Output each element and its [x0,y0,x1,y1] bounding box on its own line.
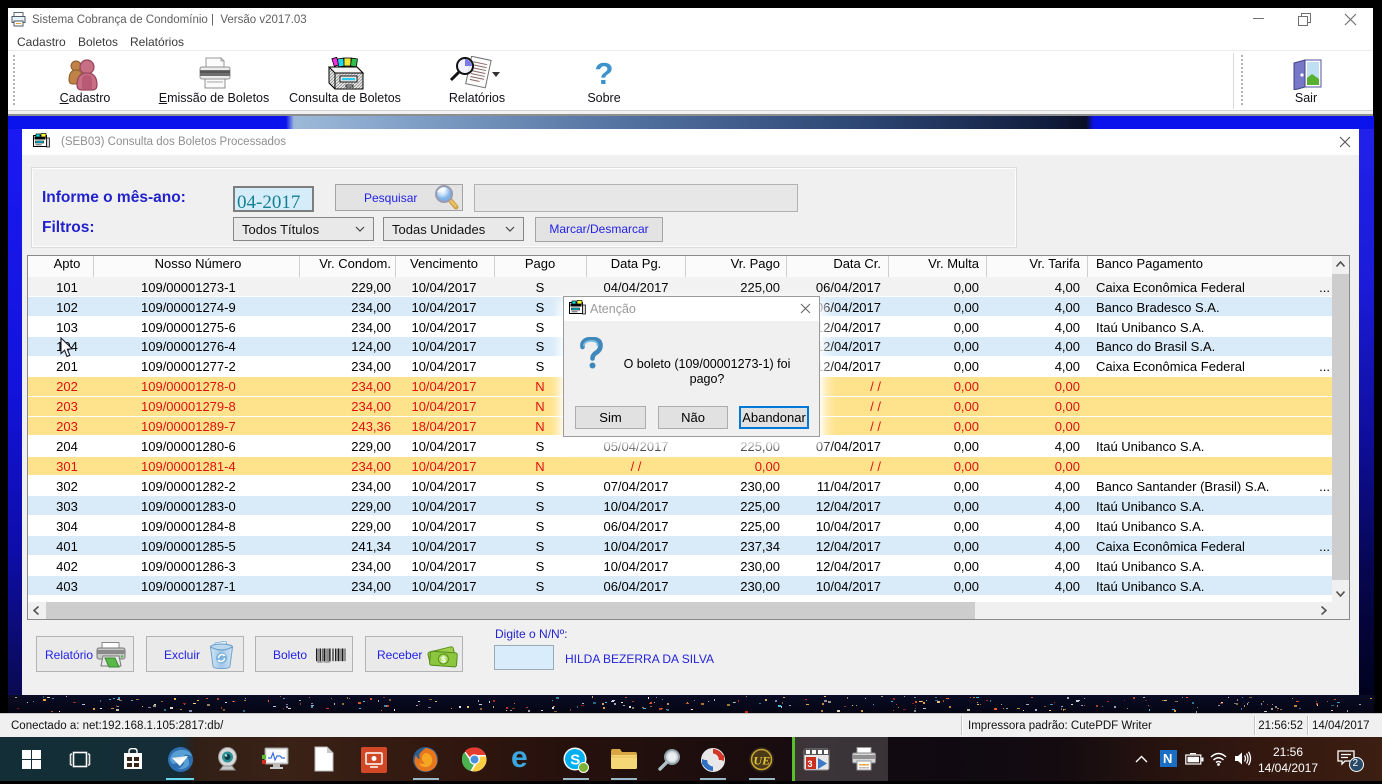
svg-text:UE: UE [754,754,771,768]
svg-text:3: 3 [808,759,813,769]
svg-text:38617-81157: 38617-81157 [317,662,331,664]
svg-text:$: $ [441,654,447,664]
